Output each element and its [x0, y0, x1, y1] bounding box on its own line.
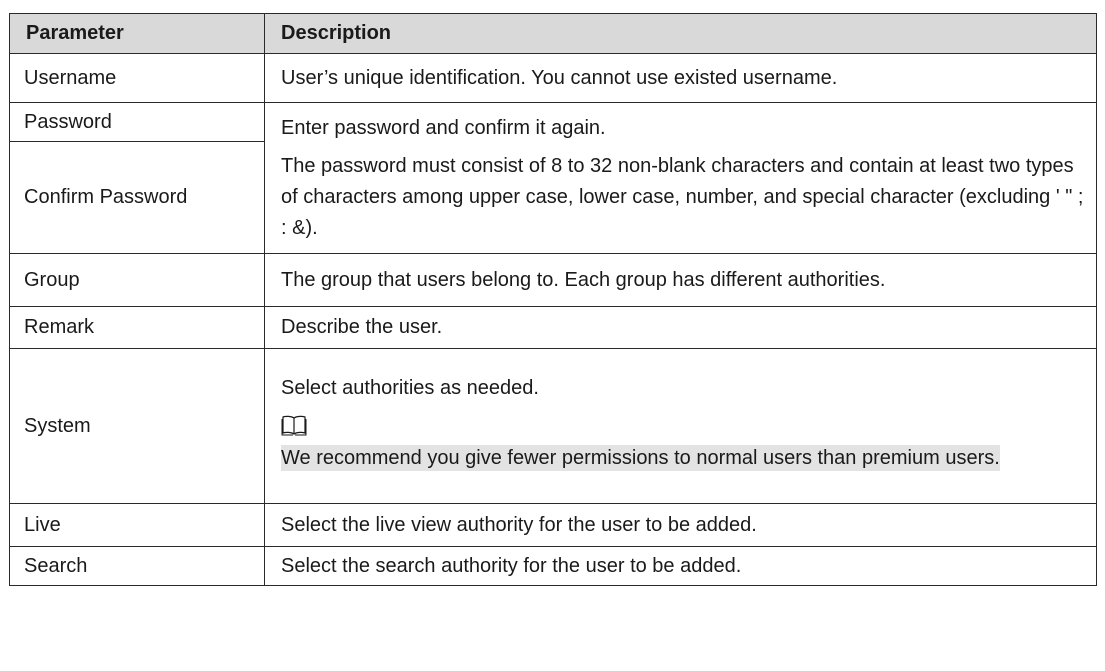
param-cell: Remark [9, 306, 265, 349]
header-row: Parameter Description [9, 13, 1097, 54]
header-parameter: Parameter [9, 13, 265, 54]
table-row-system: System Select authorities as needed. We … [9, 348, 1097, 504]
param-cell: Confirm Password [9, 141, 265, 254]
param-cell: Live [9, 503, 265, 547]
system-desc-text: Select authorities as needed. [281, 377, 539, 399]
table-row-group: Group The group that users belong to. Ea… [9, 253, 1097, 307]
table-row-search: Search Select the search authority for t… [9, 546, 1097, 586]
parameter-table: Parameter Description Username User’s un… [9, 13, 1097, 586]
param-cell: Username [9, 53, 265, 103]
param-cell: Password [9, 102, 265, 142]
desc-cell: User’s unique identification. You cannot… [264, 53, 1097, 103]
param-cell: Group [9, 253, 265, 307]
book-icon [281, 415, 307, 436]
note-text: We recommend you give fewer permissions … [281, 445, 1000, 471]
desc-cell: The group that users belong to. Each gro… [264, 253, 1097, 307]
table-row-username: Username User’s unique identification. Y… [9, 53, 1097, 103]
desc-cell: Describe the user. [264, 306, 1097, 349]
desc-cell-system: Select authorities as needed. We recomme… [264, 348, 1097, 504]
param-cell: Search [9, 546, 265, 586]
desc-cell-password: Enter password and confirm it again. The… [264, 102, 1097, 254]
param-cell: System [9, 348, 265, 504]
table-row-password: Password Enter password and confirm it a… [9, 102, 1097, 254]
password-intro-text: Enter password and confirm it again. [281, 116, 606, 139]
header-description: Description [264, 13, 1097, 54]
table-row-live: Live Select the live view authority for … [9, 503, 1097, 547]
desc-cell: Select the search authority for the user… [264, 546, 1097, 586]
password-rule-text: The password must consist of 8 to 32 non… [281, 154, 1084, 239]
table-row-remark: Remark Describe the user. [9, 306, 1097, 349]
desc-cell: Select the live view authority for the u… [264, 503, 1097, 547]
